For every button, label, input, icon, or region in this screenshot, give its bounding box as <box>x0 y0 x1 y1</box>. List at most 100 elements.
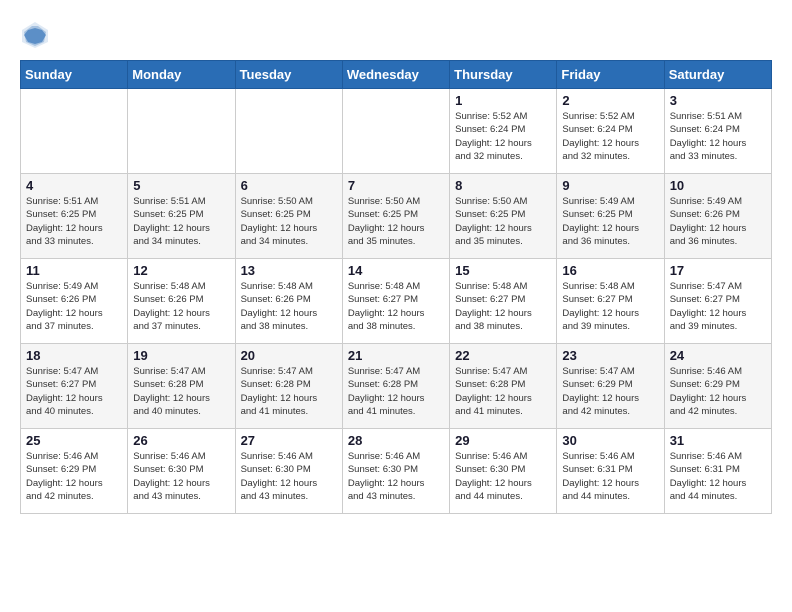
day-info: Sunrise: 5:51 AM Sunset: 6:25 PM Dayligh… <box>133 195 229 248</box>
day-info: Sunrise: 5:49 AM Sunset: 6:25 PM Dayligh… <box>562 195 658 248</box>
calendar-cell: 29 Sunrise: 5:46 AM Sunset: 6:30 PM Dayli… <box>450 429 557 514</box>
day-info: Sunrise: 5:48 AM Sunset: 6:27 PM Dayligh… <box>348 280 444 333</box>
calendar-header-wednesday: Wednesday <box>342 61 449 89</box>
day-info: Sunrise: 5:46 AM Sunset: 6:31 PM Dayligh… <box>562 450 658 503</box>
day-number: 3 <box>670 93 766 108</box>
day-number: 5 <box>133 178 229 193</box>
day-number: 27 <box>241 433 337 448</box>
calendar-cell: 18 Sunrise: 5:47 AM Sunset: 6:27 PM Dayli… <box>21 344 128 429</box>
calendar-cell: 12Sunrise: 5:48 AM Sunset: 6:26 PM Dayli… <box>128 259 235 344</box>
calendar-week-3: 11 Sunrise: 5:49 AM Sunset: 6:26 PM Dayli… <box>21 259 772 344</box>
calendar-header-sunday: Sunday <box>21 61 128 89</box>
day-number: 22 <box>455 348 551 363</box>
day-number: 28 <box>348 433 444 448</box>
day-number: 9 <box>562 178 658 193</box>
page-header <box>20 20 772 50</box>
day-info: Sunrise: 5:50 AM Sunset: 6:25 PM Dayligh… <box>348 195 444 248</box>
day-info: Sunrise: 5:52 AM Sunset: 6:24 PM Dayligh… <box>562 110 658 163</box>
calendar-cell: 14 Sunrise: 5:48 AM Sunset: 6:27 PM Dayli… <box>342 259 449 344</box>
calendar-cell: 30 Sunrise: 5:46 AM Sunset: 6:31 PM Dayli… <box>557 429 664 514</box>
day-info: Sunrise: 5:47 AM Sunset: 6:28 PM Dayligh… <box>348 365 444 418</box>
calendar-cell: 10 Sunrise: 5:49 AM Sunset: 6:26 PM Dayli… <box>664 174 771 259</box>
calendar-cell: 2 Sunrise: 5:52 AM Sunset: 6:24 PM Daylig… <box>557 89 664 174</box>
calendar-cell: 27 Sunrise: 5:46 AM Sunset: 6:30 PM Dayli… <box>235 429 342 514</box>
calendar-cell: 11 Sunrise: 5:49 AM Sunset: 6:26 PM Dayli… <box>21 259 128 344</box>
day-info: Sunrise: 5:49 AM Sunset: 6:26 PM Dayligh… <box>670 195 766 248</box>
day-info: Sunrise: 5:47 AM Sunset: 6:29 PM Dayligh… <box>562 365 658 418</box>
day-info: Sunrise: 5:46 AM Sunset: 6:29 PM Dayligh… <box>670 365 766 418</box>
calendar-header-tuesday: Tuesday <box>235 61 342 89</box>
calendar-cell: 15 Sunrise: 5:48 AM Sunset: 6:27 PM Dayli… <box>450 259 557 344</box>
day-number: 16 <box>562 263 658 278</box>
calendar-header-row: SundayMondayTuesdayWednesdayThursdayFrid… <box>21 61 772 89</box>
day-number: 7 <box>348 178 444 193</box>
day-info: Sunrise: 5:47 AM Sunset: 6:27 PM Dayligh… <box>26 365 122 418</box>
day-info: Sunrise: 5:52 AM Sunset: 6:24 PM Dayligh… <box>455 110 551 163</box>
calendar-cell: 4 Sunrise: 5:51 AM Sunset: 6:25 PM Daylig… <box>21 174 128 259</box>
calendar-cell: 25Sunrise: 5:46 AM Sunset: 6:29 PM Dayli… <box>21 429 128 514</box>
day-number: 31 <box>670 433 766 448</box>
day-info: Sunrise: 5:46 AM Sunset: 6:29 PM Dayligh… <box>26 450 122 503</box>
calendar-cell: 7 Sunrise: 5:50 AM Sunset: 6:25 PM Daylig… <box>342 174 449 259</box>
day-number: 26 <box>133 433 229 448</box>
day-number: 20 <box>241 348 337 363</box>
day-info: Sunrise: 5:51 AM Sunset: 6:25 PM Dayligh… <box>26 195 122 248</box>
calendar-cell: 8 Sunrise: 5:50 AM Sunset: 6:25 PM Daylig… <box>450 174 557 259</box>
calendar-cell <box>235 89 342 174</box>
day-info: Sunrise: 5:46 AM Sunset: 6:30 PM Dayligh… <box>133 450 229 503</box>
calendar-cell: 6 Sunrise: 5:50 AM Sunset: 6:25 PM Daylig… <box>235 174 342 259</box>
day-number: 18 <box>26 348 122 363</box>
calendar-cell <box>342 89 449 174</box>
day-number: 24 <box>670 348 766 363</box>
day-info: Sunrise: 5:48 AM Sunset: 6:27 PM Dayligh… <box>455 280 551 333</box>
day-info: Sunrise: 5:46 AM Sunset: 6:30 PM Dayligh… <box>241 450 337 503</box>
logo-icon <box>20 20 50 50</box>
day-number: 1 <box>455 93 551 108</box>
calendar-week-5: 25Sunrise: 5:46 AM Sunset: 6:29 PM Dayli… <box>21 429 772 514</box>
day-info: Sunrise: 5:50 AM Sunset: 6:25 PM Dayligh… <box>455 195 551 248</box>
day-number: 21 <box>348 348 444 363</box>
day-number: 15 <box>455 263 551 278</box>
calendar-cell: 21 Sunrise: 5:47 AM Sunset: 6:28 PM Dayli… <box>342 344 449 429</box>
day-number: 4 <box>26 178 122 193</box>
calendar-week-4: 18 Sunrise: 5:47 AM Sunset: 6:27 PM Dayli… <box>21 344 772 429</box>
calendar-cell: 16 Sunrise: 5:48 AM Sunset: 6:27 PM Dayli… <box>557 259 664 344</box>
calendar-cell: 20 Sunrise: 5:47 AM Sunset: 6:28 PM Dayli… <box>235 344 342 429</box>
day-number: 6 <box>241 178 337 193</box>
day-info: Sunrise: 5:47 AM Sunset: 6:28 PM Dayligh… <box>133 365 229 418</box>
day-info: Sunrise: 5:47 AM Sunset: 6:27 PM Dayligh… <box>670 280 766 333</box>
calendar-cell: 1 Sunrise: 5:52 AM Sunset: 6:24 PM Daylig… <box>450 89 557 174</box>
calendar-cell: 26 Sunrise: 5:46 AM Sunset: 6:30 PM Dayli… <box>128 429 235 514</box>
day-number: 10 <box>670 178 766 193</box>
calendar-week-2: 4 Sunrise: 5:51 AM Sunset: 6:25 PM Daylig… <box>21 174 772 259</box>
calendar-cell: 31 Sunrise: 5:46 AM Sunset: 6:31 PM Dayli… <box>664 429 771 514</box>
calendar-week-1: 1 Sunrise: 5:52 AM Sunset: 6:24 PM Daylig… <box>21 89 772 174</box>
calendar-cell: 23 Sunrise: 5:47 AM Sunset: 6:29 PM Dayli… <box>557 344 664 429</box>
day-info: Sunrise: 5:46 AM Sunset: 6:30 PM Dayligh… <box>348 450 444 503</box>
day-info: Sunrise: 5:48 AM Sunset: 6:26 PM Dayligh… <box>241 280 337 333</box>
day-number: 13 <box>241 263 337 278</box>
day-number: 14 <box>348 263 444 278</box>
calendar-cell: 22Sunrise: 5:47 AM Sunset: 6:28 PM Dayli… <box>450 344 557 429</box>
calendar-cell <box>21 89 128 174</box>
day-number: 17 <box>670 263 766 278</box>
day-info: Sunrise: 5:48 AM Sunset: 6:27 PM Dayligh… <box>562 280 658 333</box>
day-number: 19 <box>133 348 229 363</box>
calendar-cell: 5 Sunrise: 5:51 AM Sunset: 6:25 PM Daylig… <box>128 174 235 259</box>
day-info: Sunrise: 5:46 AM Sunset: 6:31 PM Dayligh… <box>670 450 766 503</box>
calendar-cell: 17 Sunrise: 5:47 AM Sunset: 6:27 PM Dayli… <box>664 259 771 344</box>
day-number: 8 <box>455 178 551 193</box>
day-number: 29 <box>455 433 551 448</box>
day-number: 11 <box>26 263 122 278</box>
calendar-cell: 9 Sunrise: 5:49 AM Sunset: 6:25 PM Daylig… <box>557 174 664 259</box>
day-info: Sunrise: 5:50 AM Sunset: 6:25 PM Dayligh… <box>241 195 337 248</box>
day-info: Sunrise: 5:46 AM Sunset: 6:30 PM Dayligh… <box>455 450 551 503</box>
calendar-cell: 3Sunrise: 5:51 AM Sunset: 6:24 PM Daylig… <box>664 89 771 174</box>
calendar-cell: 13 Sunrise: 5:48 AM Sunset: 6:26 PM Dayli… <box>235 259 342 344</box>
day-info: Sunrise: 5:49 AM Sunset: 6:26 PM Dayligh… <box>26 280 122 333</box>
day-number: 2 <box>562 93 658 108</box>
day-number: 30 <box>562 433 658 448</box>
calendar-header-saturday: Saturday <box>664 61 771 89</box>
day-number: 23 <box>562 348 658 363</box>
day-info: Sunrise: 5:47 AM Sunset: 6:28 PM Dayligh… <box>241 365 337 418</box>
